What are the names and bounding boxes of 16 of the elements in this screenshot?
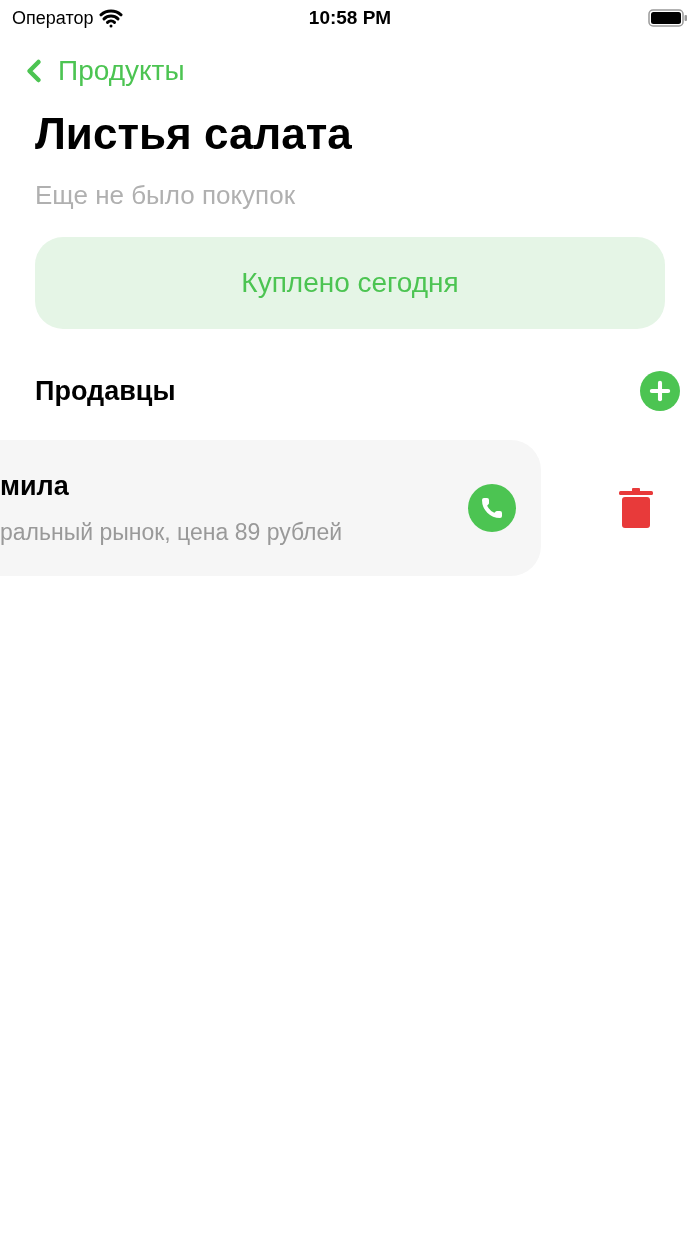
status-time: 10:58 PM (308, 5, 392, 30)
trash-icon (619, 487, 653, 528)
carrier-name: Оператор (12, 6, 94, 30)
add-button[interactable] (640, 371, 680, 412)
sellers-heading: Продавцы (35, 375, 176, 408)
battery-icon (648, 8, 688, 28)
phone-icon (480, 495, 504, 520)
purchase-status: Еще не было покупок (35, 179, 296, 212)
delete-button[interactable] (619, 487, 653, 528)
seller-card[interactable]: мила ральный рынок, цена 89 рублей (0, 439, 541, 576)
back-button[interactable]: Продукты (16, 50, 185, 92)
product-title: Листья салата (35, 108, 353, 160)
seller-name: мила (0, 470, 70, 503)
seller-details: ральный рынок, цена 89 рублей (0, 517, 343, 547)
bought-today-button[interactable]: Куплено сегодня (35, 237, 665, 329)
call-button[interactable] (468, 483, 516, 532)
